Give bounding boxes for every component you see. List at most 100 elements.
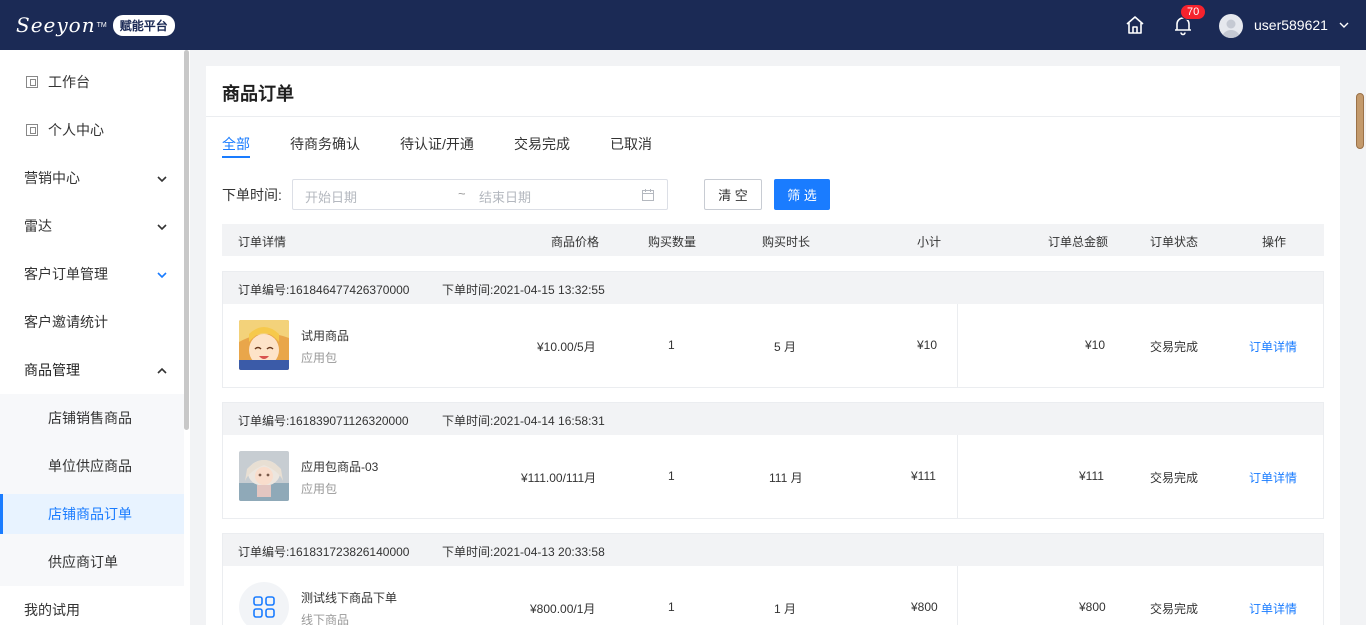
sidebar-item-supplier-orders[interactable]: 供应商订单: [0, 542, 184, 582]
chevron-down-icon[interactable]: [1338, 19, 1350, 34]
product-name: 试用商品: [301, 329, 350, 343]
calendar-icon[interactable]: [641, 188, 655, 205]
chevron-down-icon: [156, 268, 168, 284]
product-type: 线下商品: [301, 613, 350, 625]
order-detail-link[interactable]: 订单详情: [1249, 338, 1297, 355]
filter-button[interactable]: 筛 选: [774, 179, 830, 210]
product-type: 应用包: [301, 482, 338, 496]
purchase-quantity: 1: [668, 600, 675, 614]
notification-badge[interactable]: 70: [1180, 4, 1207, 20]
column-header: 购买数量: [648, 235, 697, 249]
divider: [957, 435, 958, 518]
sidebar-item-label: 我的试用: [24, 602, 80, 618]
sidebar-item-label: 客户邀请统计: [24, 314, 108, 330]
order-header: 订单编号:161846477426370000 下单时间:2021-04-15 …: [223, 272, 1323, 304]
order-number: 订单编号:161839071126320000: [238, 414, 409, 428]
order-time-label: 下单时间:: [222, 187, 282, 203]
tab-all[interactable]: 全部: [222, 134, 250, 154]
sidebar-item-label: 商品管理: [24, 362, 80, 378]
table-header: 订单详情 商品价格 购买数量 购买时长 小计 订单总金额 订单状态 操作: [222, 224, 1324, 256]
platform-badge: 赋能平台: [112, 14, 175, 36]
order-number: 订单编号:161846477426370000: [238, 283, 410, 297]
order-total: ¥800: [1079, 600, 1106, 614]
column-header: 订单状态: [1150, 235, 1199, 249]
purchase-duration: 5 月: [774, 340, 797, 354]
order-detail-link[interactable]: 订单详情: [1249, 600, 1297, 617]
purchase-duration: 111 月: [769, 471, 803, 485]
avatar[interactable]: [1219, 14, 1243, 38]
sidebar-item-unit-supply[interactable]: 单位供应商品: [0, 446, 184, 486]
order-body: 测试线下商品下单 线下商品 ¥800.00/1月 1 1 月 ¥800 ¥800…: [223, 566, 1323, 625]
sidebar-item-my-trials[interactable]: 我的试用: [0, 590, 184, 625]
order-row: 订单编号:161839071126320000 下单时间:2021-04-14 …: [222, 402, 1324, 519]
product-price: ¥111.00/111月: [521, 471, 597, 485]
logo-text: Seeyon: [16, 13, 96, 37]
divider: [206, 116, 1340, 117]
subtotal: ¥111: [911, 469, 936, 483]
username[interactable]: user589621: [1254, 17, 1328, 33]
sidebar-item-personal-center[interactable]: 个人中心: [0, 110, 184, 150]
tab-pending-confirm[interactable]: 待商务确认: [290, 134, 360, 154]
order-time: 下单时间:2021-04-14 16:58:31: [442, 414, 605, 428]
column-header: 商品价格: [551, 235, 600, 249]
chevron-up-icon: [156, 364, 168, 380]
tab-pending-activation[interactable]: 待认证/开通: [400, 134, 474, 154]
product-name: 应用包商品-03: [301, 460, 379, 474]
sidebar-item-label: 供应商订单: [48, 554, 118, 570]
sidebar-item-marketing[interactable]: 营销中心: [0, 158, 184, 198]
divider: [957, 304, 958, 387]
order-body: 应用包商品-03 应用包 ¥111.00/111月 1 111 月 ¥111 ¥…: [223, 435, 1323, 518]
chevron-down-icon: [156, 172, 168, 188]
sidebar-item-label: 店铺商品订单: [48, 506, 132, 522]
order-header: 订单编号:161839071126320000 下单时间:2021-04-14 …: [223, 403, 1323, 435]
purchase-quantity: 1: [668, 469, 675, 483]
main-card: 商品订单 全部 待商务确认 待认证/开通 交易完成 已取消 下单时间: 开始日期…: [206, 66, 1340, 625]
start-date-input[interactable]: 开始日期: [305, 187, 357, 206]
sidebar-item-label: 客户订单管理: [24, 266, 108, 282]
sidebar-scrollbar[interactable]: [184, 50, 189, 430]
column-header: 操作: [1262, 235, 1287, 249]
logo[interactable]: Seeyon TM 赋能平台: [0, 0, 190, 50]
sidebar-item-label: 营销中心: [24, 170, 80, 186]
product-price: ¥800.00/1月: [530, 602, 596, 616]
sidebar-item-label: 单位供应商品: [48, 458, 132, 474]
clear-button[interactable]: 清 空: [704, 179, 762, 210]
tab-completed[interactable]: 交易完成: [514, 134, 570, 154]
order-row: 订单编号:161846477426370000 下单时间:2021-04-15 …: [222, 271, 1324, 388]
page-title: 商品订单: [222, 84, 294, 104]
product-thumbnail[interactable]: [239, 451, 289, 501]
tab-active-indicator: [222, 156, 250, 158]
sidebar-item-customer-orders[interactable]: 客户订单管理: [0, 254, 184, 294]
sidebar-item-label: 个人中心: [48, 122, 104, 138]
order-status: 交易完成: [1150, 471, 1199, 485]
workbench-icon: [26, 76, 38, 88]
sidebar-item-product-management[interactable]: 商品管理: [0, 350, 184, 390]
sidebar-item-store-orders[interactable]: 店铺商品订单: [0, 494, 184, 534]
logo-trademark: TM: [96, 21, 107, 29]
sidebar-item-label: 工作台: [48, 74, 90, 90]
column-header: 订单总金额: [1048, 235, 1109, 249]
subtotal: ¥10: [917, 338, 938, 352]
product-thumbnail[interactable]: [239, 320, 289, 370]
date-range-picker[interactable]: 开始日期 ~ 结束日期: [292, 179, 668, 210]
order-detail-link[interactable]: 订单详情: [1249, 469, 1297, 486]
sidebar-item-invite-stats[interactable]: 客户邀请统计: [0, 302, 184, 342]
app-grid-icon[interactable]: [239, 582, 289, 625]
page-scrollbar-thumb[interactable]: [1356, 93, 1364, 149]
order-body: 试用商品 应用包 ¥10.00/5月 1 5 月 ¥10 ¥10 交易完成 订单…: [223, 304, 1323, 387]
order-time: 下单时间:2021-04-15 13:32:55: [442, 283, 605, 297]
sidebar-item-label: 雷达: [24, 218, 52, 234]
purchase-quantity: 1: [668, 338, 675, 352]
sidebar-item-workbench[interactable]: 工作台: [0, 62, 184, 102]
order-total: ¥10: [1085, 338, 1106, 352]
order-time: 下单时间:2021-04-13 20:33:58: [442, 545, 605, 559]
home-icon[interactable]: [1124, 14, 1146, 36]
sidebar-item-radar[interactable]: 雷达: [0, 206, 184, 246]
chevron-down-icon: [156, 220, 168, 236]
end-date-input[interactable]: 结束日期: [479, 187, 531, 206]
order-status: 交易完成: [1150, 602, 1199, 616]
purchase-duration: 1 月: [774, 602, 797, 616]
sidebar-item-store-products[interactable]: 店铺销售商品: [0, 398, 184, 438]
tab-cancelled[interactable]: 已取消: [610, 134, 652, 154]
order-status: 交易完成: [1150, 340, 1199, 354]
